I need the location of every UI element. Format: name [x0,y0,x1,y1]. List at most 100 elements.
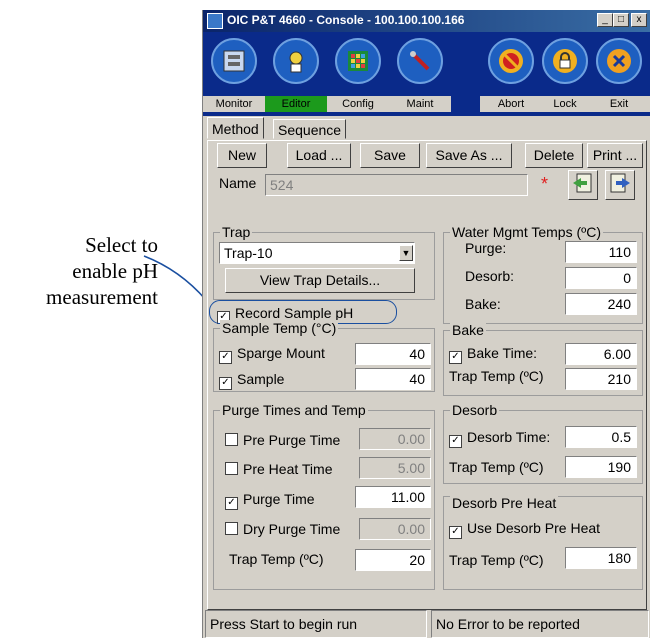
water-desorb-label: Desorb: [465,268,515,284]
sparge-mount-checkbox[interactable]: ✓ Sparge Mount [219,345,325,364]
exit-button[interactable]: Exit [588,36,650,114]
abort-button[interactable]: Abort [480,36,542,114]
dry-purge-field[interactable]: 0.00 [359,518,431,540]
import-icon [573,173,592,193]
desorb-preheat-title: Desorb Pre Heat [450,495,559,511]
bake-time-field[interactable]: 6.00 [565,343,637,365]
purge-trap-field[interactable]: 20 [355,549,431,571]
sample-field[interactable]: 40 [355,368,431,390]
checkbox-icon: ✓ [219,351,232,364]
callout-line-3: measurement [46,285,158,309]
bake-trap-field[interactable]: 210 [565,368,637,390]
checkbox-icon: ✓ [449,526,462,539]
bake-trap-label: Trap Temp (ºC) [449,368,544,384]
import-button[interactable] [568,170,598,200]
purge-time-checkbox[interactable]: ✓ Purge Time [225,491,315,510]
console-window: OIC P&T 4660 - Console - 100.100.100.166… [202,10,650,638]
water-bake-label: Bake: [465,296,501,312]
view-trap-details-button[interactable]: View Trap Details... [225,268,415,293]
monitor-icon [211,38,257,84]
editor-button[interactable]: Editor [265,36,327,114]
maint-label: Maint [389,96,451,112]
callout-line-2: enable pH [72,259,158,283]
purge-time-label: Purge Time [243,491,315,507]
checkbox-icon: ✓ [225,497,238,510]
bake-group-title: Bake [450,322,486,338]
water-purge-field[interactable]: 110 [565,241,637,263]
purge-time-field[interactable]: 11.00 [355,486,431,508]
dry-purge-label: Dry Purge Time [243,521,341,537]
pre-heat-label: Pre Heat Time [243,461,333,477]
desorb-preheat-trap-field[interactable]: 180 [565,547,637,569]
sample-label: Sample [237,371,285,387]
trap-select[interactable]: Trap-10 [219,242,415,264]
editor-label: Editor [265,96,327,112]
purge-group-title: Purge Times and Temp [220,402,368,418]
title-bar: OIC P&T 4660 - Console - 100.100.100.166… [203,10,650,32]
name-field[interactable]: 524 [265,174,528,196]
water-bake-field[interactable]: 240 [565,293,637,315]
water-desorb-field[interactable]: 0 [565,267,637,289]
desorb-group-title: Desorb [450,402,500,418]
desorb-preheat-trap-label: Trap Temp (ºC) [449,552,544,568]
toolbar: Monitor Editor Config Maint Abort Lock E… [203,32,650,116]
tab-method[interactable]: Method [207,117,264,139]
exit-label: Exit [588,96,650,112]
sample-temp-title: Sample Temp (°C) [220,320,339,336]
bake-time-label: Bake Time: [467,345,538,361]
desorb-preheat-group: Desorb Pre Heat [443,495,643,590]
sparge-mount-field[interactable]: 40 [355,343,431,365]
window-title: OIC P&T 4660 - Console - 100.100.100.166 [227,13,465,27]
close-window-button[interactable]: x [631,13,647,27]
config-label: Config [327,96,389,112]
tab-strip: Method Sequence [203,117,650,141]
checkbox-icon: ✓ [449,351,462,364]
pre-heat-field[interactable]: 5.00 [359,457,431,479]
editor-icon [273,38,319,84]
lock-button[interactable]: Lock [534,36,596,114]
delete-button[interactable]: Delete [525,143,583,168]
tab-sequence[interactable]: Sequence [273,119,347,139]
abort-icon [488,38,534,84]
desorb-trap-field[interactable]: 190 [565,456,637,478]
status-message: Press Start to begin run [205,610,427,638]
dry-purge-checkbox[interactable]: Dry Purge Time [225,521,340,537]
sample-checkbox[interactable]: ✓ Sample [219,371,284,390]
new-button[interactable]: New [217,143,267,168]
close-icon [596,38,642,84]
abort-label: Abort [480,96,542,112]
load-button[interactable]: Load ... [287,143,351,168]
monitor-button[interactable]: Monitor [203,36,265,114]
desorb-time-checkbox[interactable]: ✓ Desorb Time: [449,429,550,448]
use-desorb-preheat-label: Use Desorb Pre Heat [467,520,601,536]
bake-time-checkbox[interactable]: ✓ Bake Time: [449,345,537,364]
use-desorb-preheat-checkbox[interactable]: ✓ Use Desorb Pre Heat [449,520,600,539]
pre-purge-checkbox[interactable]: Pre Purge Time [225,432,340,448]
save-as-button[interactable]: Save As ... [426,143,512,168]
callout-text: Select to enable pH measurement [0,232,158,310]
config-button[interactable]: Config [327,36,389,114]
maint-button[interactable]: Maint [389,36,451,114]
desorb-time-label: Desorb Time: [467,429,551,445]
pre-purge-label: Pre Purge Time [243,432,341,448]
export-button[interactable] [605,170,635,200]
maximize-button[interactable]: □ [613,13,629,27]
export-icon [610,173,630,193]
save-button[interactable]: Save [360,143,420,168]
desorb-time-field[interactable]: 0.5 [565,426,637,448]
print-button[interactable]: Print ... [587,143,643,168]
pre-purge-field[interactable]: 0.00 [359,428,431,450]
chevron-down-icon[interactable]: ▼ [399,245,413,261]
checkbox-icon [225,522,238,535]
modified-indicator: * [541,174,549,194]
minimize-button[interactable]: _ [597,13,613,27]
app-icon [207,13,223,29]
config-icon [335,38,381,84]
checkbox-icon [225,433,238,446]
checkbox-icon: ✓ [219,377,232,390]
pre-heat-checkbox[interactable]: Pre Heat Time [225,461,332,477]
checkbox-icon [225,462,238,475]
purge-trap-label: Trap Temp (ºC) [229,551,324,567]
sparge-mount-label: Sparge Mount [237,345,325,361]
error-status: No Error to be reported [431,610,649,638]
